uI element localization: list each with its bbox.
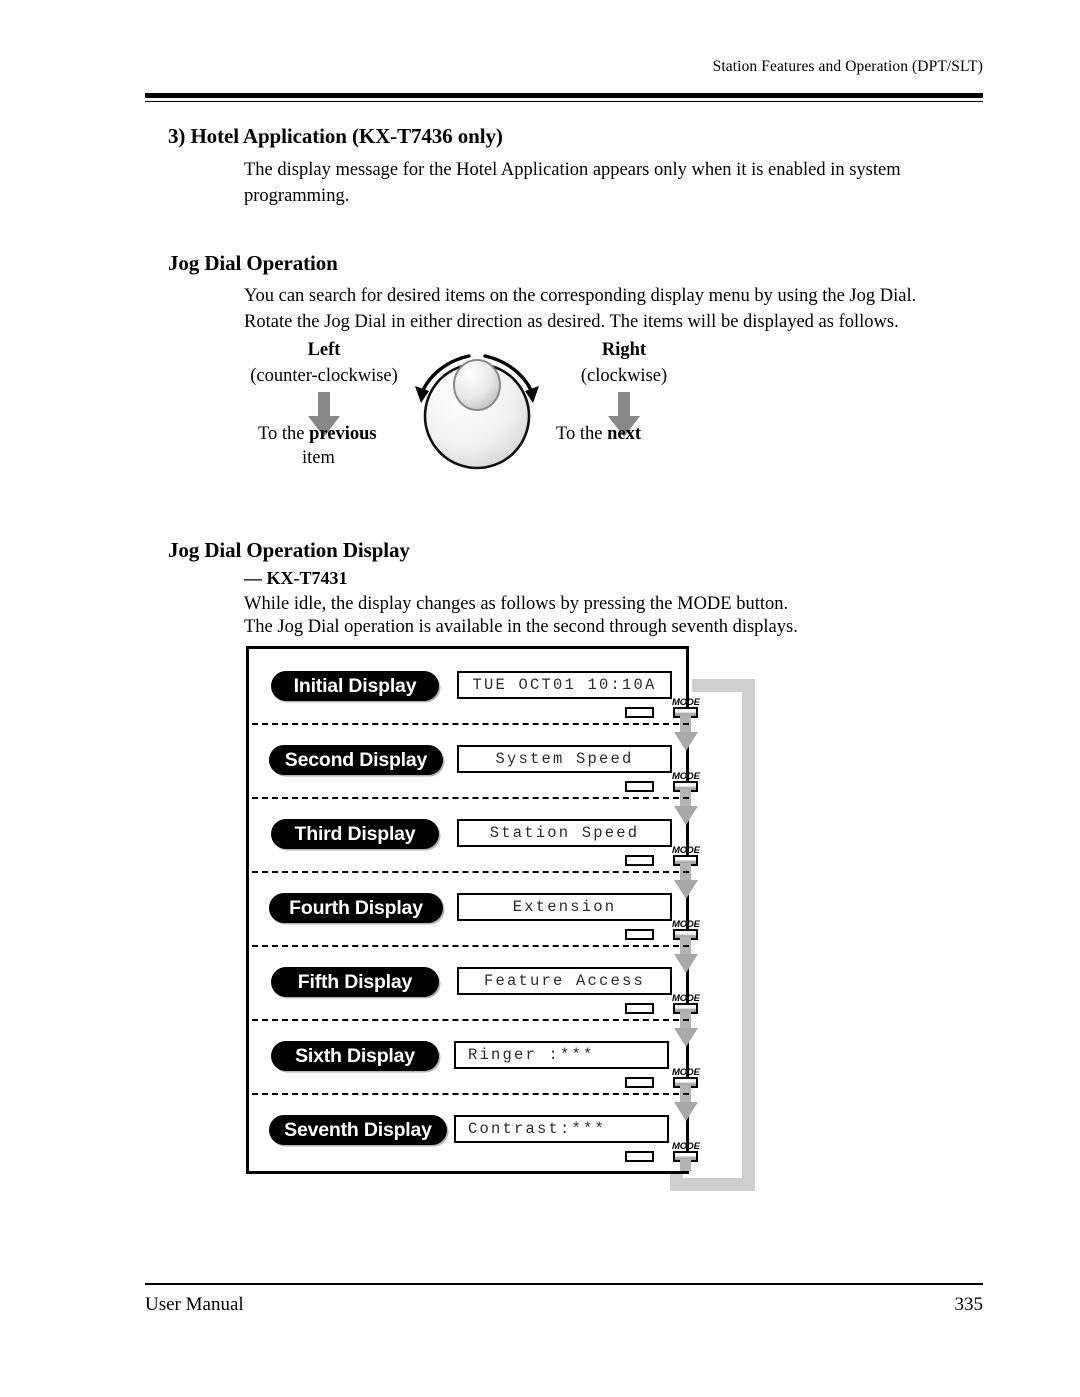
lcd-screen: TUE OCT01 10:10A [457, 671, 672, 699]
paragraph-display-line2: The Jog Dial operation is available in t… [244, 617, 798, 637]
jog-dial-icon [415, 354, 539, 470]
jog-dial-figure: Left (counter-clockwise) To the previous… [244, 336, 704, 481]
header-rule-thick [145, 93, 983, 98]
function-button[interactable] [625, 929, 654, 940]
mode-arrow-shaft [680, 1159, 691, 1171]
display-step-label: Initial Display [271, 671, 439, 701]
lcd-screen: Extension [457, 893, 672, 921]
display-row: Second Display System Speed MODE [249, 723, 700, 825]
function-button[interactable] [625, 1077, 654, 1088]
display-row: Third Display Station Speed MODE [249, 797, 700, 899]
function-button[interactable] [625, 707, 654, 718]
lcd-screen: System Speed [457, 745, 672, 773]
display-row: Sixth Display Ringer :*** MODE [249, 1019, 700, 1121]
heading-jog-dial-operation-display: Jog Dial Operation Display [168, 538, 410, 562]
function-button[interactable] [625, 1151, 654, 1162]
display-step-label: Fourth Display [269, 893, 443, 923]
display-step-label: Third Display [271, 819, 439, 849]
jog-right-destination-prefix: To the [556, 424, 608, 444]
display-row: Seventh Display Contrast:*** MODE [249, 1093, 700, 1171]
display-sequence-diagram: Initial Display TUE OCT01 10:10A MODE Se… [246, 646, 700, 1174]
heading-jog-dial-operation: Jog Dial Operation [168, 251, 338, 275]
header-rule-thin [145, 101, 983, 102]
jog-left-destination-strong: previous [309, 424, 377, 444]
jog-left-destination-prefix: To the [258, 424, 310, 444]
jog-right-label: Right [601, 340, 647, 360]
jog-right-sublabel: (clockwise) [580, 366, 668, 386]
jog-right-destination-strong: next [607, 424, 642, 444]
jog-left-sublabel: (counter-clockwise) [250, 366, 398, 386]
running-head: Station Features and Operation (DPT/SLT) [712, 58, 983, 75]
footer-page-number: 335 [954, 1294, 984, 1315]
display-step-label: Seventh Display [269, 1115, 447, 1145]
heading-hotel-application: 3) Hotel Application (KX-T7436 only) [168, 124, 503, 148]
function-button[interactable] [625, 855, 654, 866]
lcd-screen: Contrast:*** [454, 1115, 669, 1143]
function-button[interactable] [625, 781, 654, 792]
footer-rule [145, 1283, 983, 1285]
display-row: Fifth Display Feature Access MODE [249, 945, 700, 1047]
lcd-screen: Feature Access [457, 967, 672, 995]
lcd-screen: Station Speed [457, 819, 672, 847]
display-row: Initial Display TUE OCT01 10:10A MODE [249, 649, 700, 751]
subheading-model-kxt7431: — KX-T7431 [244, 568, 348, 588]
paragraph-jog-dial-operation: You can search for desired items on the … [244, 286, 917, 332]
display-step-label: Second Display [269, 745, 443, 775]
display-row: Fourth Display Extension MODE [249, 871, 700, 973]
jog-left-destination-line2: item [302, 448, 335, 468]
display-step-label: Fifth Display [271, 967, 439, 997]
lcd-screen: Ringer :*** [454, 1041, 669, 1069]
jog-left-label: Left [307, 340, 341, 360]
jog-left-destination: To the previous [258, 424, 377, 445]
jog-right-destination: To the next [556, 424, 641, 445]
function-button[interactable] [625, 1003, 654, 1014]
display-step-label: Sixth Display [271, 1041, 439, 1071]
paragraph-hotel-application: The display message for the Hotel Applic… [244, 160, 901, 206]
